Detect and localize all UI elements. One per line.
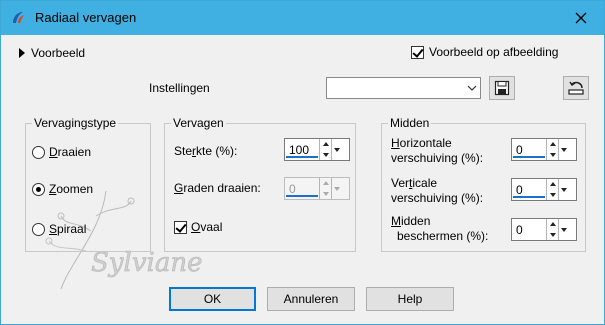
dialog-window: Radiaal vervagen Voorbeeld Voorbeeld op …: [0, 0, 605, 325]
degrees-value[interactable]: 0: [289, 182, 296, 196]
degrees-label: Graden draaien:: [174, 181, 261, 195]
help-button-label: Help: [397, 292, 423, 306]
radio-zoom-option[interactable]: Zoomen: [32, 182, 93, 196]
protect-center-value[interactable]: 0: [516, 223, 523, 237]
radio-rotate[interactable]: [32, 145, 45, 159]
settings-label: Instellingen: [149, 81, 210, 95]
radio-zoom[interactable]: [32, 182, 45, 196]
preview-on-image-checkbox[interactable]: [411, 45, 424, 59]
ok-button[interactable]: OK: [169, 287, 256, 311]
radio-spiral-label: Spiraal: [49, 222, 87, 236]
protect-center-dropdown-icon[interactable]: [558, 219, 568, 240]
blur-title: Vervagen: [171, 116, 226, 130]
vertical-offset-value[interactable]: 0: [516, 183, 523, 197]
watermark-text: Sylviane: [91, 248, 202, 278]
preview-on-image-option[interactable]: Voorbeeld op afbeelding: [411, 45, 558, 59]
chevron-down-icon[interactable]: [463, 78, 480, 98]
horizontal-offset-up-down-icon[interactable]: [546, 139, 558, 160]
protect-center-up-down-icon[interactable]: [546, 219, 558, 240]
save-preset-button[interactable]: [489, 76, 515, 100]
close-icon: [575, 12, 587, 24]
help-button[interactable]: Help: [366, 287, 454, 311]
protect-center-spinner[interactable]: 0: [511, 218, 577, 241]
vertical-offset-spinner[interactable]: 0: [511, 178, 577, 201]
cancel-button[interactable]: Annuleren: [267, 287, 355, 311]
degrees-indicator: [286, 195, 318, 197]
strength-label: Sterkte (%):: [174, 144, 238, 158]
center-title: Midden: [388, 116, 432, 130]
strength-indicator: [286, 156, 318, 158]
preset-dropdown[interactable]: [326, 77, 481, 99]
vertical-offset-up-down-icon[interactable]: [546, 179, 558, 200]
radio-rotate-option[interactable]: Draaien: [32, 145, 91, 159]
expand-triangle-icon: [19, 48, 25, 58]
degrees-spinner[interactable]: 0: [284, 177, 350, 200]
reset-icon: [568, 81, 584, 95]
oval-label: Ovaal: [191, 220, 223, 234]
close-button[interactable]: [558, 1, 604, 35]
strength-up-down-icon[interactable]: [319, 139, 331, 160]
horizontal-offset-label: Horizontale verschuiving (%):: [391, 136, 484, 165]
center-group: Midden Horizontale verschuiving (%): 0 Ve…: [381, 116, 586, 252]
vertical-offset-indicator: [513, 196, 545, 198]
protect-center-label: Midden beschermen (%):: [391, 214, 489, 243]
app-icon: [13, 12, 24, 23]
cancel-button-label: Annuleren: [283, 292, 339, 306]
save-icon: [494, 80, 510, 96]
preview-toggle-label: Voorbeeld: [31, 46, 86, 60]
blur-group: Vervagen Sterkte (%): 100 Graden draaien…: [164, 116, 356, 252]
degrees-dropdown-icon[interactable]: [331, 178, 341, 199]
blur-type-group: Vervagingstype Draaien Zoomen Spiraal: [25, 116, 151, 252]
oval-option[interactable]: Ovaal: [174, 220, 222, 234]
ok-button-label: OK: [203, 292, 222, 306]
strength-value[interactable]: 100: [289, 143, 309, 157]
horizontal-offset-dropdown-icon[interactable]: [558, 139, 568, 160]
vertical-offset-dropdown-icon[interactable]: [558, 179, 568, 200]
reset-preset-button[interactable]: [563, 76, 589, 100]
preview-on-image-label: Voorbeeld op afbeelding: [429, 45, 559, 59]
blur-type-title: Vervagingstype: [32, 116, 119, 130]
horizontal-offset-value[interactable]: 0: [516, 143, 523, 157]
preview-toggle[interactable]: Voorbeeld: [19, 46, 85, 60]
radio-spiral[interactable]: [32, 222, 45, 236]
horizontal-offset-spinner[interactable]: 0: [511, 138, 577, 161]
radio-zoom-label: Zoomen: [49, 182, 94, 196]
strength-spinner[interactable]: 100: [284, 138, 350, 161]
degrees-up-down-icon[interactable]: [319, 178, 331, 199]
oval-checkbox[interactable]: [174, 220, 187, 234]
title-bar[interactable]: Radiaal vervagen: [1, 1, 604, 35]
vertical-offset-label: Verticale verschuiving (%):: [391, 176, 484, 205]
window-title: Radiaal vervagen: [35, 10, 137, 25]
radio-spiral-option[interactable]: Spiraal: [32, 222, 86, 236]
strength-dropdown-icon[interactable]: [331, 139, 341, 160]
radio-rotate-label: Draaien: [49, 145, 92, 159]
horizontal-offset-indicator: [513, 156, 545, 158]
